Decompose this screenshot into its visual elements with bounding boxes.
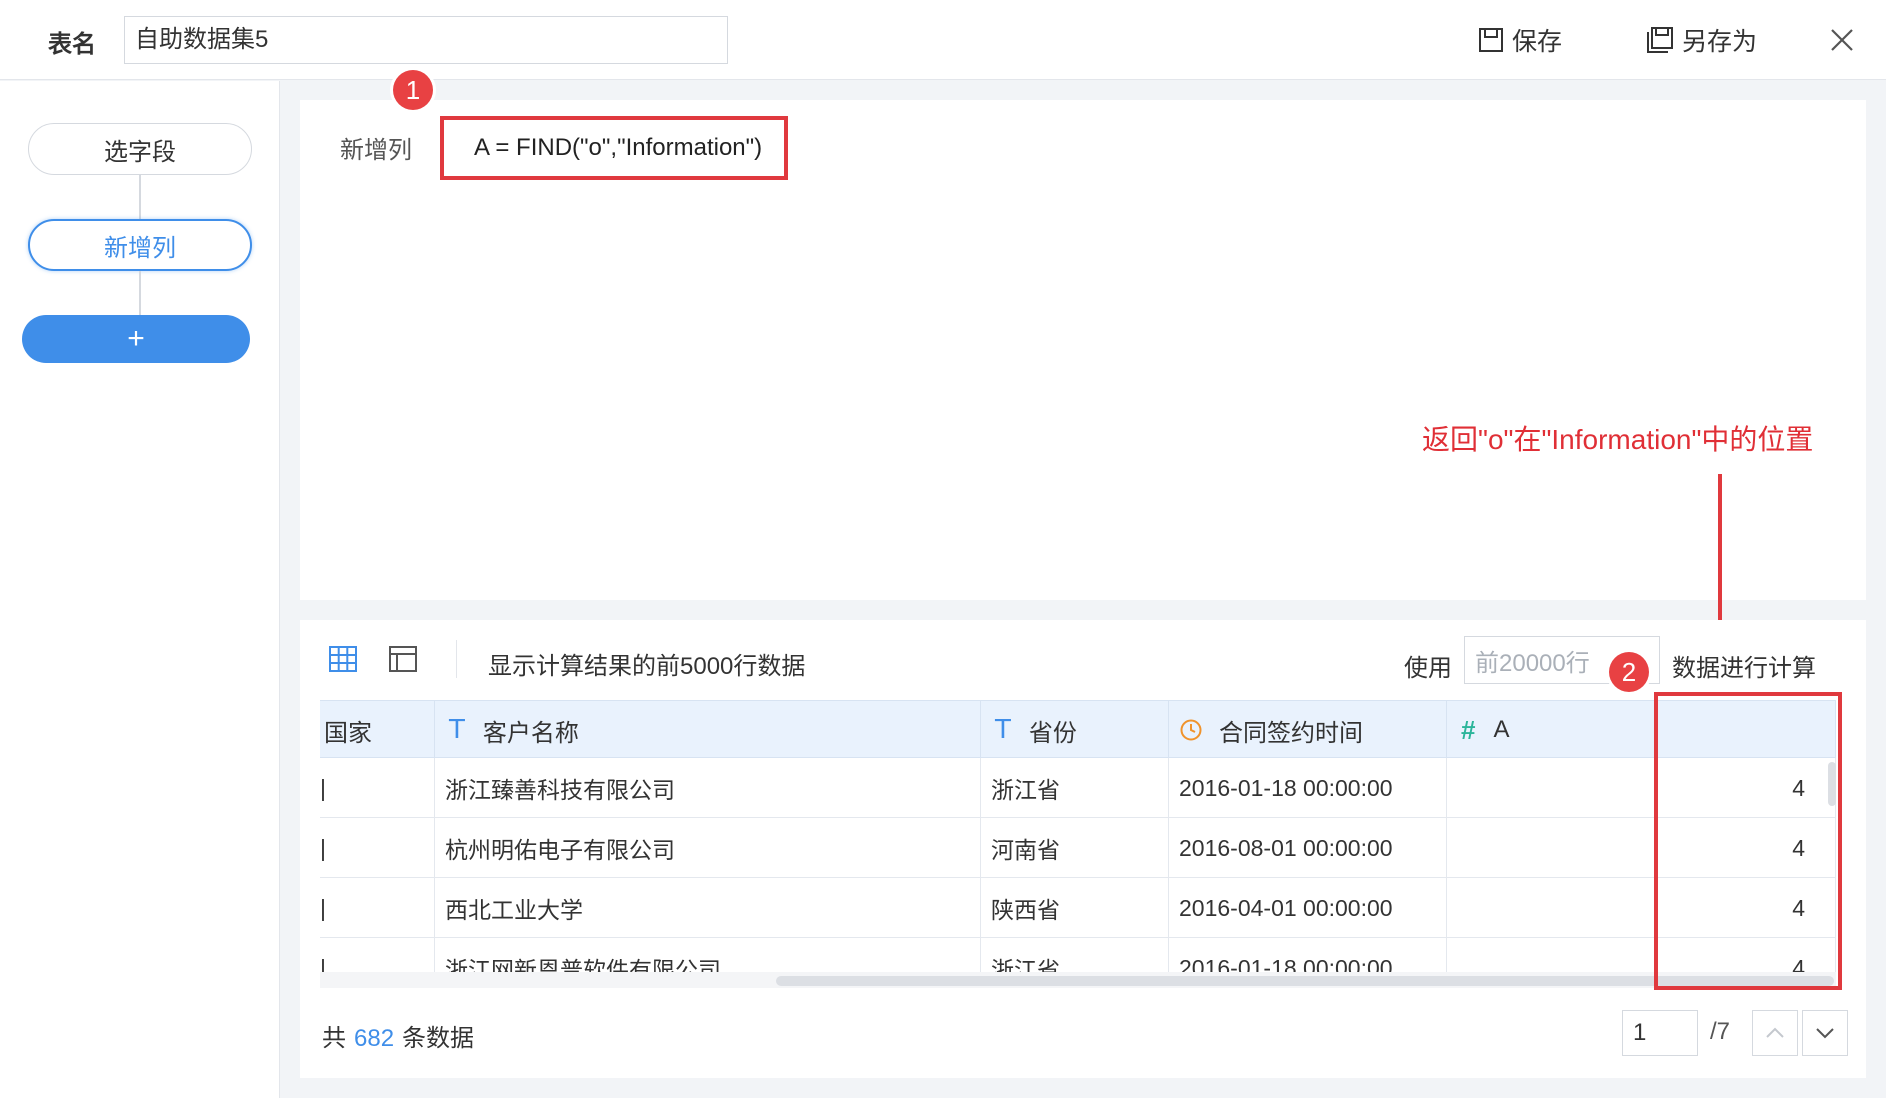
chevron-down-icon — [1816, 1028, 1834, 1039]
column-header-province[interactable]: T 省份 — [981, 701, 1169, 759]
total-count-value: 682 — [354, 1025, 395, 1052]
chevron-up-icon — [1766, 1027, 1784, 1038]
data-table: 国家 T 客户名称 T 省份 合同签约时间 # A | 浙江臻善科技有限公司 浙… — [320, 700, 1836, 980]
table-cell: | — [320, 818, 435, 878]
save-label: 保存 — [1512, 28, 1563, 56]
save-button[interactable]: 保存 — [1478, 20, 1562, 60]
horizontal-scrollbar[interactable] — [320, 972, 1836, 988]
layout-view-icon[interactable] — [388, 644, 418, 674]
save-as-icon — [1647, 27, 1673, 53]
column-header-customer[interactable]: T 客户名称 — [435, 701, 981, 759]
table-cell: 西北工业大学 — [435, 878, 981, 938]
table-cell: 2016-08-01 00:00:00 — [1169, 818, 1447, 878]
text-type-icon: T — [449, 715, 465, 745]
preview-info-text: 显示计算结果的前5000行数据 — [488, 653, 806, 680]
save-as-label: 另存为 — [1682, 28, 1758, 56]
table-cell: 陕西省 — [981, 878, 1169, 938]
table-cell: 2016-04-01 00:00:00 — [1169, 878, 1447, 938]
text-type-icon: T — [995, 715, 1011, 745]
column-header-label: 客户名称 — [482, 719, 579, 747]
column-header-label: A — [1493, 716, 1510, 743]
previous-page-button[interactable] — [1752, 1010, 1798, 1056]
table-row: | 杭州明佑电子有限公司 河南省 2016-08-01 00:00:00 4 — [320, 818, 1836, 878]
page-number-input[interactable]: 1 — [1622, 1010, 1698, 1056]
grid-view-icon[interactable] — [328, 644, 358, 674]
save-icon — [1479, 28, 1503, 52]
table-header: 国家 T 客户名称 T 省份 合同签约时间 # A — [320, 700, 1836, 759]
table-cell: 河南省 — [981, 818, 1169, 878]
total-count: 共 682 条数据 — [322, 1018, 474, 1053]
table-cell: 浙江臻善科技有限公司 — [435, 758, 981, 818]
table-cell: 2016-01-18 00:00:00 — [1169, 758, 1447, 818]
clock-icon — [1180, 719, 1202, 741]
calc-label: 数据进行计算 — [1672, 655, 1816, 682]
table-cell: | — [320, 758, 435, 818]
step-select-fields[interactable]: 选字段 — [28, 123, 252, 175]
close-icon — [1831, 29, 1853, 51]
table-row: | 西北工业大学 陕西省 2016-04-01 00:00:00 4 — [320, 878, 1836, 938]
number-type-icon: # — [1461, 714, 1476, 745]
total-suffix: 条数据 — [402, 1025, 475, 1052]
formula-panel: 新增列 A = FIND("o","Information") — [300, 100, 1866, 600]
add-step-button[interactable]: + — [22, 315, 250, 363]
column-header-label: 合同签约时间 — [1219, 719, 1363, 747]
annotation-badge-2: 2 — [1609, 652, 1649, 692]
step-connector — [139, 271, 141, 315]
next-page-button[interactable] — [1802, 1010, 1848, 1056]
annotation-badge-1: 1 — [393, 70, 433, 110]
column-header-label: 省份 — [1028, 719, 1077, 747]
step-connector — [139, 175, 141, 219]
toolbar-divider — [456, 640, 457, 678]
row-limit-placeholder: 前20000行 — [1475, 649, 1590, 677]
table-name-input[interactable]: 自助数据集5 — [124, 16, 728, 64]
total-prefix: 共 — [322, 1025, 346, 1052]
table-cell: | — [320, 878, 435, 938]
formula-input[interactable]: A = FIND("o","Information") — [440, 116, 788, 180]
page-total: /7 — [1710, 1018, 1731, 1045]
annotation-note: 返回"o"在"Information"中的位置 — [1422, 424, 1814, 455]
save-as-button[interactable]: 另存为 — [1646, 20, 1757, 60]
steps-panel: 选字段 新增列 + — [0, 81, 280, 1098]
step-add-column[interactable]: 新增列 — [28, 219, 252, 271]
table-cell: 浙江省 — [981, 758, 1169, 818]
close-button[interactable] — [1830, 24, 1862, 56]
new-column-label: 新增列 — [340, 137, 412, 164]
column-header-label: 国家 — [324, 719, 372, 747]
annotation-highlight-box — [1654, 692, 1842, 990]
column-header-country[interactable]: 国家 — [320, 701, 435, 759]
column-header-sign-date[interactable]: 合同签约时间 — [1169, 701, 1447, 759]
use-label: 使用 — [1404, 655, 1452, 682]
table-name-label: 表名 — [48, 31, 96, 58]
table-cell: 杭州明佑电子有限公司 — [435, 818, 981, 878]
table-row: | 浙江臻善科技有限公司 浙江省 2016-01-18 00:00:00 4 — [320, 758, 1836, 818]
top-bar: 表名 自助数据集5 保存 另存为 — [0, 0, 1886, 80]
